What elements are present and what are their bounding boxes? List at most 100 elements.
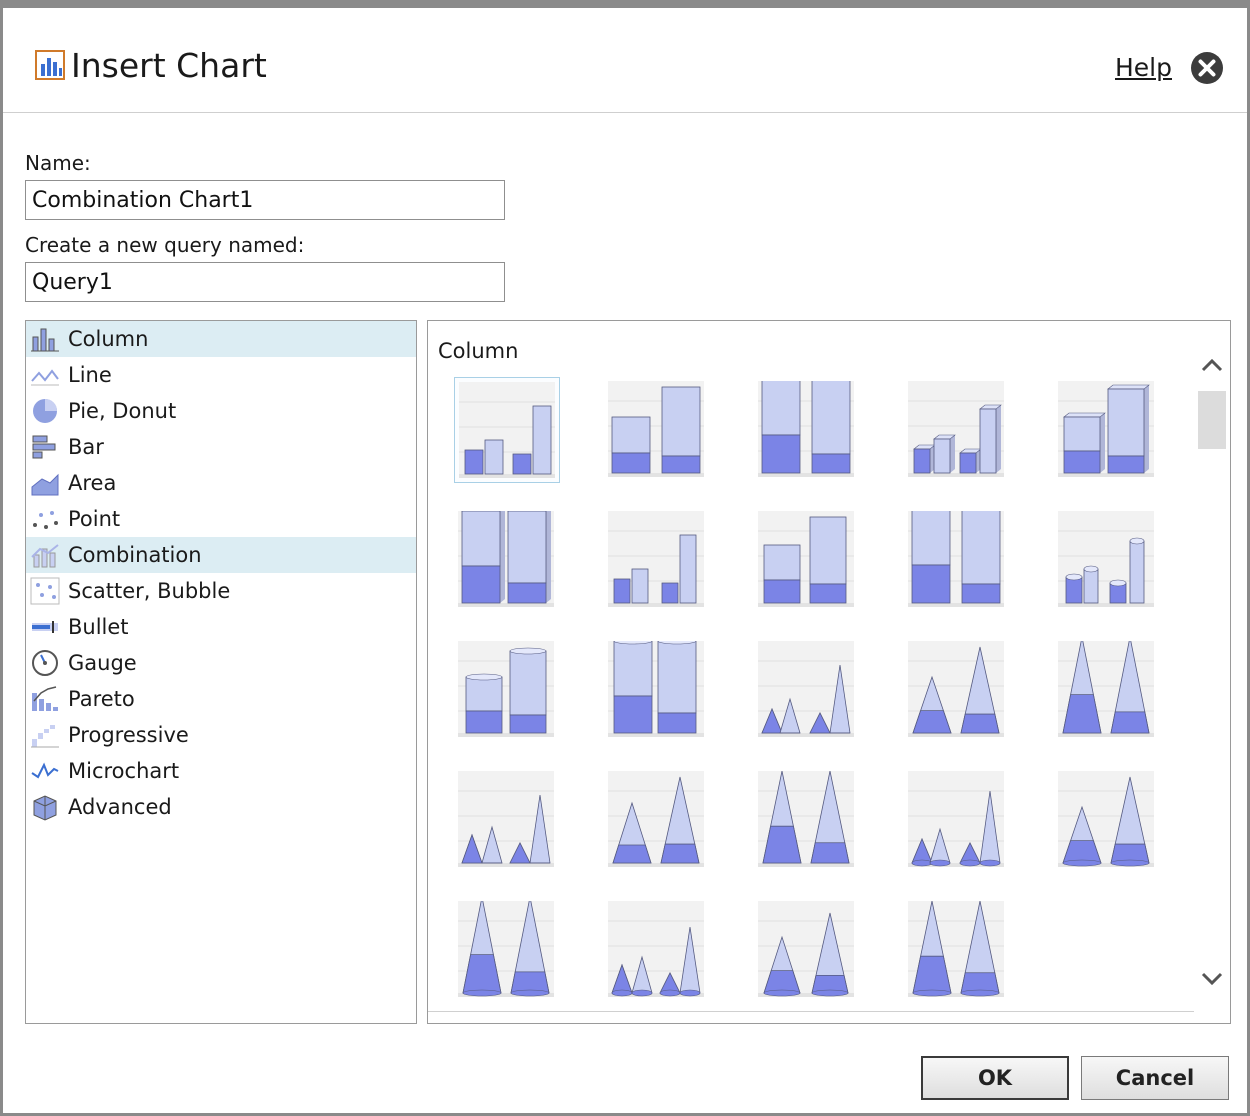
chart-preview-icon: [908, 771, 1004, 867]
chart-preview-icon: [758, 901, 854, 997]
3d-stacked-cone-thumbnail[interactable]: [754, 897, 860, 1003]
3d-stacked-column-alt-thumbnail[interactable]: [754, 507, 860, 613]
chart-type-area[interactable]: Area: [26, 465, 416, 501]
clustered-column-thumbnail[interactable]: [454, 377, 560, 483]
chart-type-line[interactable]: Line: [26, 357, 416, 393]
chart-type-scatter-bubble[interactable]: Scatter, Bubble: [26, 573, 416, 609]
insert-chart-dialog: Insert Chart Help Name: Create a new que…: [0, 0, 1250, 1116]
close-icon[interactable]: [1189, 50, 1225, 86]
cancel-button[interactable]: Cancel: [1081, 1056, 1229, 1100]
clustered-cone-thumbnail[interactable]: [904, 767, 1010, 873]
chart-type-bar[interactable]: Bar: [26, 429, 416, 465]
chart-preview-icon: [1058, 641, 1154, 737]
microchart-icon: [31, 762, 59, 779]
gallery-scrollbar[interactable]: [1194, 321, 1230, 1023]
scatter-chart-icon: [30, 577, 60, 605]
chart-preview-icon: [458, 511, 554, 607]
chart-preview-icon: [608, 901, 704, 997]
chart-preview-icon: [908, 511, 1004, 607]
chart-type-label: Area: [68, 471, 117, 495]
query-name-input[interactable]: [25, 262, 505, 302]
100-percent-pyramid-thumbnail[interactable]: [1054, 637, 1160, 743]
chart-preview-icon: [608, 381, 704, 477]
cylinder-100-percent-thumbnail[interactable]: [604, 637, 710, 743]
line-chart-icon: [31, 369, 59, 386]
gallery-divider: [428, 1011, 1194, 1012]
3d-column-thumbnail[interactable]: [604, 507, 710, 613]
pie-chart-icon: [33, 399, 57, 423]
chart-type-label: Line: [68, 363, 112, 387]
chart-preview-icon: [908, 901, 1004, 997]
chart-preview-icon: [458, 771, 554, 867]
100-percent-stacked-column-thumbnail[interactable]: [754, 377, 860, 483]
combination-chart-icon: [31, 544, 59, 568]
chart-type-label: Gauge: [68, 651, 137, 675]
chart-type-advanced[interactable]: Advanced: [26, 789, 416, 825]
pareto-chart-icon: [32, 686, 58, 711]
ok-button[interactable]: OK: [921, 1056, 1069, 1100]
stacked-pyramid-thumbnail[interactable]: [904, 637, 1010, 743]
3d-clustered-column-alt-thumbnail[interactable]: [1054, 507, 1160, 613]
chart-type-microchart[interactable]: Microchart: [26, 753, 416, 789]
stacked-cone-thumbnail[interactable]: [1054, 767, 1160, 873]
chart-type-gauge[interactable]: Gauge: [26, 645, 416, 681]
chart-type-bullet[interactable]: Bullet: [26, 609, 416, 645]
3d-clustered-pyramid-thumbnail[interactable]: [454, 767, 560, 873]
chart-preview-icon: [458, 901, 554, 997]
dialog-title-bar: Insert Chart Help: [3, 8, 1247, 113]
bullet-chart-icon: [32, 621, 58, 633]
chart-type-list: Column Line Pie, Donut Bar Area Point Combinat…: [25, 320, 417, 1024]
progressive-chart-icon: [31, 725, 59, 748]
stacked-column-thumbnail[interactable]: [604, 377, 710, 483]
chart-preview-icon: [758, 511, 854, 607]
chart-type-label: Pareto: [68, 687, 135, 711]
chart-preview-icon: [908, 641, 1004, 737]
chart-preview-icon: [758, 771, 854, 867]
chart-type-label: Microchart: [68, 759, 180, 783]
chart-preview-icon: [908, 381, 1004, 477]
area-chart-icon: [31, 473, 59, 496]
chart-type-label: Column: [68, 327, 149, 351]
3d-clustered-cone-thumbnail[interactable]: [604, 897, 710, 1003]
chart-type-pie-donut[interactable]: Pie, Donut: [26, 393, 416, 429]
query-name-label: Create a new query named:: [25, 233, 305, 257]
advanced-chart-icon: [33, 795, 57, 821]
chart-type-pareto[interactable]: Pareto: [26, 681, 416, 717]
chart-preview-icon: [1058, 771, 1154, 867]
3d-stacked-pyramid-thumbnail[interactable]: [604, 767, 710, 873]
chevron-up-icon[interactable]: [1198, 351, 1226, 379]
chart-preview-icon: [608, 771, 704, 867]
chart-type-label: Progressive: [68, 723, 189, 747]
3d-100-percent-column-alt-thumbnail[interactable]: [904, 507, 1010, 613]
3d-100-percent-pyramid-thumbnail[interactable]: [754, 767, 860, 873]
chevron-down-icon[interactable]: [1198, 965, 1226, 993]
chart-preview-icon: [758, 381, 854, 477]
100-percent-cone-thumbnail[interactable]: [454, 897, 560, 1003]
chart-type-label: Pie, Donut: [68, 399, 177, 423]
3d-100-percent-cone-thumbnail[interactable]: [904, 897, 1010, 1003]
help-link[interactable]: Help: [1115, 52, 1172, 84]
chart-type-point[interactable]: Point: [26, 501, 416, 537]
3d-100-percent-stacked-column-thumbnail[interactable]: [454, 507, 560, 613]
chart-type-label: Combination: [68, 543, 202, 567]
clustered-pyramid-thumbnail[interactable]: [754, 637, 860, 743]
column-chart-icon: [31, 328, 59, 352]
name-input[interactable]: [25, 180, 505, 220]
chart-type-label: Scatter, Bubble: [68, 579, 231, 603]
dialog-title: Insert Chart: [71, 46, 267, 85]
chart-subtype-gallery: Column: [427, 320, 1231, 1024]
bar-chart-icon: [32, 435, 56, 459]
chart-type-progressive[interactable]: Progressive: [26, 717, 416, 753]
chart-type-label: Advanced: [68, 795, 172, 819]
scrollbar-thumb[interactable]: [1198, 391, 1226, 449]
chart-preview-icon: [608, 511, 704, 607]
3d-stacked-column-thumbnail[interactable]: [1054, 377, 1160, 483]
chart-preview-icon: [458, 641, 554, 737]
chart-icon: [35, 50, 65, 80]
chart-preview-icon: [608, 641, 704, 737]
3d-clustered-column-thumbnail[interactable]: [904, 377, 1010, 483]
cylinder-column-thumbnail[interactable]: [454, 637, 560, 743]
chart-type-column[interactable]: Column: [26, 321, 416, 357]
chart-type-combination[interactable]: Combination: [26, 537, 416, 573]
chart-type-label: Point: [68, 507, 121, 531]
